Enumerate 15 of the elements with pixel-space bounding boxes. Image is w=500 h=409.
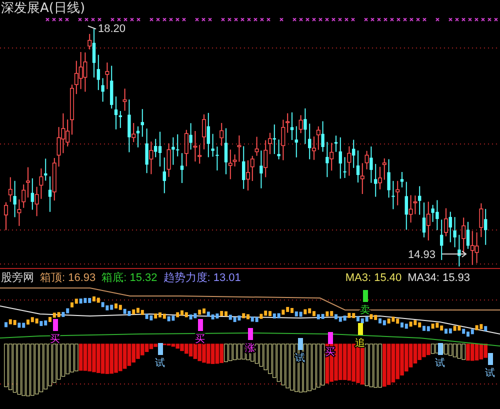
chart-title: 深发展A(日线) bbox=[0, 0, 86, 18]
indicator-name: 股旁网 bbox=[1, 270, 34, 285]
moving-average-value: MA34: 15.93 bbox=[408, 272, 470, 284]
indicator-value: 箱顶: 16.93 bbox=[40, 271, 96, 285]
signal-label: 试 bbox=[485, 368, 495, 379]
signal-label: 试 bbox=[155, 358, 165, 369]
moving-average-value: MA3: 15.40 bbox=[345, 272, 402, 284]
indicator-value: 趋势力度: 13.01 bbox=[163, 270, 241, 285]
arrow-icon bbox=[442, 250, 467, 258]
signal-label: 试 bbox=[435, 358, 445, 369]
low-price-label: 14.93 bbox=[408, 249, 436, 261]
high-price-label: 18.20 bbox=[98, 23, 126, 35]
signal-label: 买 bbox=[195, 334, 205, 345]
indicator-value: 箱底: 15.32 bbox=[102, 270, 158, 285]
signal-label: 买 bbox=[50, 334, 60, 345]
